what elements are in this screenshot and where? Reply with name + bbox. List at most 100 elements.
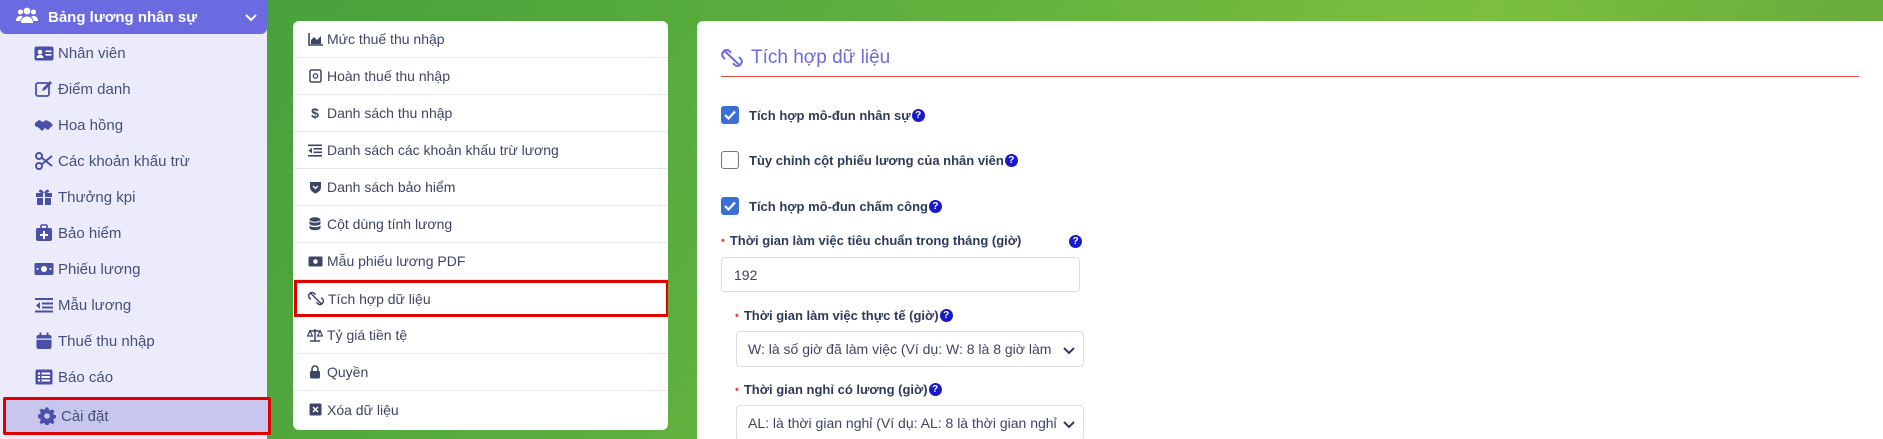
list-indent-icon — [307, 142, 323, 158]
sidebar-item-salary-templates[interactable]: Mẫu lương — [0, 287, 267, 323]
list-indent-icon — [34, 296, 54, 314]
paid-leave-select[interactable]: AL: là thời gian nghỉ (Ví dụ: AL: 8 là t… — [736, 405, 1084, 439]
menu-item-payroll-columns[interactable]: Cột dùng tính lương — [293, 206, 668, 243]
dollar-icon: $ — [311, 105, 319, 121]
checkbox-unchecked[interactable] — [721, 151, 739, 169]
data-integration-panel: Tích hợp dữ liệu Tích hợp mô-đun nhân sự… — [697, 21, 1883, 439]
checkbox-label: Tùy chỉnh cột phiếu lương của nhân viên — [749, 152, 1004, 168]
edit-icon — [34, 80, 54, 98]
sidebar-item-kpi-bonus[interactable]: Thưởng kpi — [0, 179, 267, 215]
menu-item-deductions-list[interactable]: Danh sách các khoản khấu trừ lương — [293, 132, 668, 169]
menu-item-label: Cột dùng tính lương — [327, 216, 453, 232]
sidebar-item-label: Hoa hồng — [58, 116, 124, 134]
menu-item-label: Danh sách thu nhập — [327, 105, 453, 121]
scissors-icon — [34, 152, 54, 170]
sidebar-item-deductions[interactable]: Các khoản khấu trừ — [0, 143, 267, 179]
sidebar-item-settings[interactable]: Cài đặt — [3, 397, 271, 435]
unlink-icon — [308, 291, 324, 307]
sidebar-group-label: Bảng lương nhân sự — [48, 8, 198, 26]
calendar-icon — [34, 332, 54, 350]
menu-item-currency-rates[interactable]: Tỷ giá tiền tệ — [293, 317, 668, 354]
menu-item-label: Mức thuế thu nhập — [327, 31, 445, 47]
checkbox-checked[interactable] — [721, 106, 739, 124]
checkbox-timekeeping-module: Tích hợp mô-đun chấm công ? — [721, 195, 942, 217]
menu-item-income-tax-refund[interactable]: Hoàn thuế thu nhập — [293, 58, 668, 95]
sidebar-item-label: Bảo hiểm — [58, 224, 122, 242]
sidebar-item-insurance[interactable]: Bảo hiểm — [0, 215, 267, 251]
sidebar-item-label: Cài đặt — [61, 407, 109, 425]
settings-menu: Mức thuế thu nhập Hoàn thuế thu nhập $ D… — [293, 21, 668, 430]
chart-area-icon — [307, 31, 323, 47]
chevron-down-icon — [1063, 416, 1075, 432]
menu-item-label: Hoàn thuế thu nhập — [327, 68, 450, 84]
sidebar-item-income-tax[interactable]: Thuế thu nhập — [0, 323, 267, 359]
sidebar-item-reports[interactable]: Báo cáo — [0, 359, 267, 395]
menu-item-delete-data[interactable]: Xóa dữ liệu — [293, 391, 668, 428]
page-title: Tích hợp dữ liệu — [721, 43, 890, 73]
money-bill-icon — [34, 260, 54, 278]
standard-hours-input[interactable]: 192 — [721, 257, 1080, 292]
menu-item-label: Xóa dữ liệu — [327, 401, 399, 418]
menu-item-label: Danh sách bảo hiểm — [327, 179, 456, 195]
field-label-text: Thời gian làm việc tiêu chuẩn trong thán… — [729, 233, 1022, 248]
menu-item-label: Quyền — [327, 364, 369, 380]
sidebar-item-label: Phiếu lương — [58, 260, 141, 278]
select-value: AL: là thời gian nghỉ (Ví dụ: AL: 8 là t… — [748, 415, 1057, 431]
standard-hours-label: • Thời gian làm việc tiêu chuẩn trong th… — [721, 233, 1022, 248]
field-label-text: Thời gian làm việc thực tế (giờ) — [743, 308, 939, 323]
menu-item-label: Danh sách các khoản khấu trừ lương — [327, 142, 559, 158]
help-icon[interactable]: ? — [928, 199, 942, 213]
title-divider — [721, 76, 1859, 77]
menu-item-data-integration[interactable]: Tích hợp dữ liệu — [294, 280, 668, 317]
receipt-icon — [307, 68, 323, 84]
chevron-down-icon — [1063, 342, 1075, 358]
sidebar: Bảng lương nhân sự Nhân viên Điểm danh H… — [0, 0, 271, 439]
paid-leave-label: • Thời gian nghỉ có lương (giờ) ? — [735, 382, 942, 397]
menu-item-label: Mẫu phiếu lương PDF — [327, 253, 466, 269]
checkbox-hr-module: Tích hợp mô-đun nhân sự ? — [721, 104, 925, 126]
sidebar-item-attendance[interactable]: Điểm danh — [0, 71, 267, 107]
sidebar-item-label: Nhân viên — [58, 44, 126, 62]
menu-item-permissions[interactable]: Quyền — [293, 354, 668, 391]
menu-item-label: Tích hợp dữ liệu — [328, 290, 431, 307]
list-icon — [34, 368, 54, 386]
page-title-text: Tích hợp dữ liệu — [751, 47, 891, 68]
menu-item-income-list[interactable]: $ Danh sách thu nhập — [293, 95, 668, 132]
help-icon[interactable]: ? — [911, 108, 925, 122]
sidebar-item-employees[interactable]: Nhân viên — [0, 35, 267, 71]
id-card-icon — [34, 44, 54, 62]
sidebar-item-payslips[interactable]: Phiếu lương — [0, 251, 267, 287]
sidebar-item-label: Mẫu lương — [58, 296, 132, 314]
sidebar-item-label: Các khoản khấu trừ — [58, 152, 190, 170]
chevron-down-icon[interactable] — [245, 9, 257, 26]
input-value: 192 — [734, 266, 758, 283]
help-icon[interactable]: ? — [1004, 153, 1018, 167]
field-label-text: Thời gian nghỉ có lương (giờ) — [743, 382, 928, 397]
sidebar-item-commission[interactable]: Hoa hồng — [0, 107, 267, 143]
users-icon — [16, 7, 42, 27]
money-bill-icon — [307, 253, 323, 269]
actual-hours-select[interactable]: W: là số giờ đã làm việc (Ví dụ: W: 8 là… — [736, 331, 1084, 367]
sidebar-item-label: Thưởng kpi — [58, 188, 136, 206]
unlink-icon — [721, 49, 743, 67]
checkbox-custom-payslip-columns: Tùy chỉnh cột phiếu lương của nhân viên … — [721, 149, 1018, 171]
database-icon — [307, 216, 323, 232]
sidebar-group-payroll[interactable]: Bảng lương nhân sự — [0, 0, 267, 34]
sidebar-item-label: Báo cáo — [58, 368, 114, 386]
checkbox-checked[interactable] — [721, 197, 739, 215]
gear-icon — [37, 407, 57, 425]
handshake-icon — [34, 116, 54, 134]
help-icon[interactable]: ? — [1069, 235, 1082, 248]
checkbox-label: Tích hợp mô-đun nhân sự — [749, 107, 911, 123]
help-icon[interactable]: ? — [928, 383, 942, 396]
actual-hours-label: • Thời gian làm việc thực tế (giờ) ? — [735, 308, 953, 323]
medical-kit-icon — [34, 224, 54, 242]
select-value: W: là số giờ đã làm việc (Ví dụ: W: 8 là… — [748, 341, 1052, 357]
sidebar-item-label: Thuế thu nhập — [58, 332, 155, 350]
menu-item-insurance-list[interactable]: Danh sách bảo hiểm — [293, 169, 668, 206]
lock-icon — [307, 364, 323, 380]
checkbox-label: Tích hợp mô-đun chấm công — [749, 198, 928, 214]
menu-item-payslip-pdf-template[interactable]: Mẫu phiếu lương PDF — [293, 243, 668, 280]
help-icon[interactable]: ? — [939, 309, 953, 322]
menu-item-income-tax-rates[interactable]: Mức thuế thu nhập — [293, 21, 668, 58]
